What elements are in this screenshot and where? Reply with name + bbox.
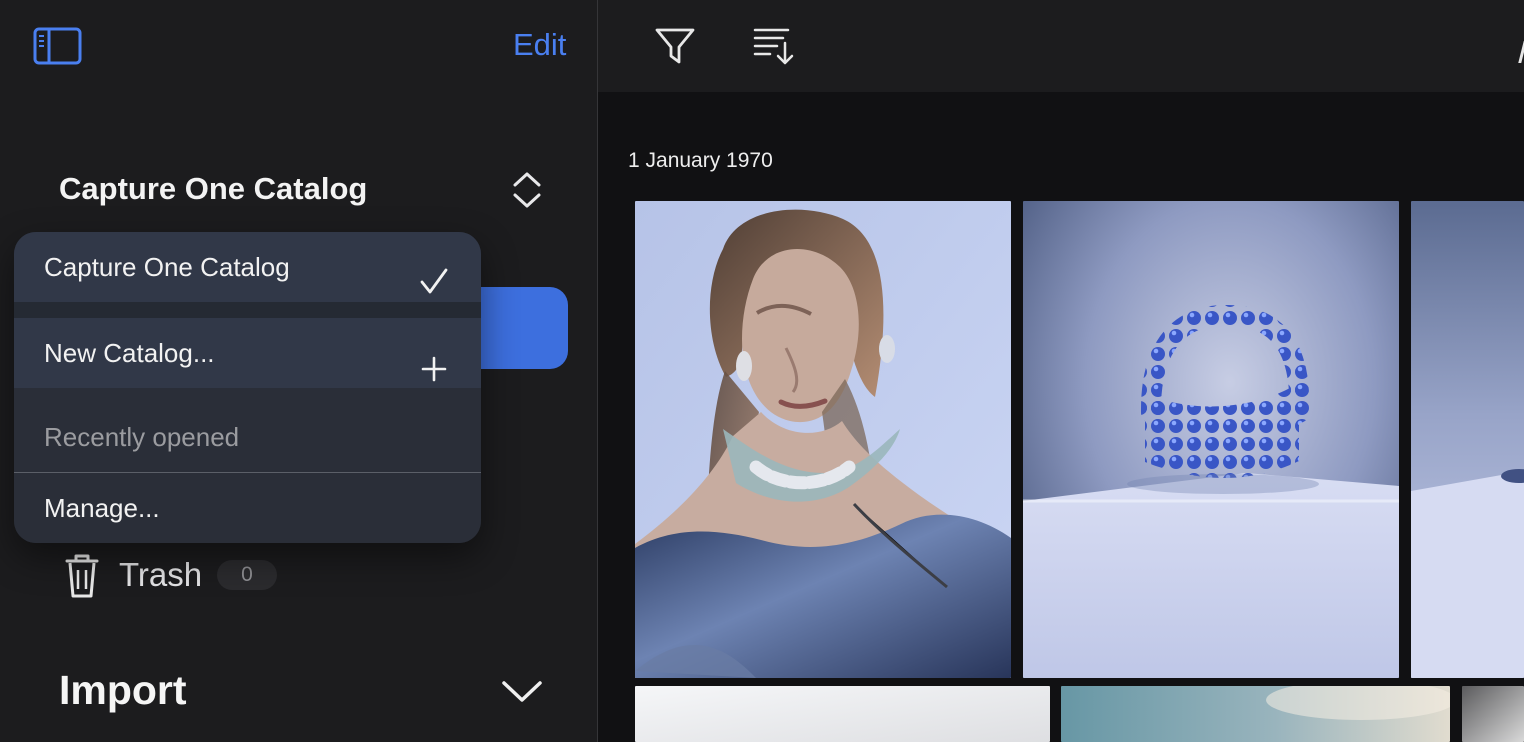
recently-opened-header: Recently opened	[14, 403, 481, 472]
thumbnail-portrait-with-necklace[interactable]	[635, 201, 1011, 678]
photo-browser-app: Edit Capture One Catalog Trash 0 Import …	[0, 0, 1524, 742]
catalog-menu-item-manage[interactable]: Manage...	[14, 473, 481, 543]
sidebar-toggle-icon[interactable]	[33, 27, 82, 65]
import-section-title[interactable]: Import	[59, 663, 187, 717]
catalog-chooser-icon[interactable]	[510, 170, 545, 210]
thumbnail-dark-gradient[interactable]	[1462, 686, 1524, 742]
catalog-menu-item-current[interactable]: Capture One Catalog	[14, 232, 481, 302]
photo-browser: 1 January 1970	[598, 0, 1524, 742]
trash-count-badge: 0	[217, 560, 277, 590]
catalog-title: Capture One Catalog	[59, 171, 368, 206]
thumbnail-blue-beaded-bag[interactable]	[1023, 201, 1399, 678]
catalog-menu-divider	[14, 302, 481, 318]
new-catalog-label: New Catalog...	[44, 338, 215, 368]
catalog-menu-item-new-catalog[interactable]: New Catalog...	[14, 318, 481, 388]
manage-label: Manage...	[44, 493, 160, 523]
trash-icon	[63, 553, 101, 599]
date-section-header: 1 January 1970	[628, 149, 773, 172]
thumbnail-partial-blue-product[interactable]	[1411, 201, 1524, 678]
thumbnail-light-gray[interactable]	[635, 686, 1050, 742]
edit-button[interactable]: Edit	[513, 25, 573, 65]
catalog-menu-current-label: Capture One Catalog	[44, 252, 290, 282]
chevron-down-icon[interactable]	[500, 673, 544, 707]
recently-opened-label: Recently opened	[44, 422, 240, 452]
trash-label: Trash	[119, 556, 203, 593]
plus-icon	[419, 340, 449, 382]
browser-toolbar	[598, 0, 1524, 92]
checkmark-icon	[419, 253, 449, 294]
toolbar-edge-icon[interactable]	[1518, 41, 1524, 63]
sort-icon[interactable]	[752, 25, 794, 67]
thumbnail-sky[interactable]	[1061, 686, 1450, 742]
catalog-menu: Capture One Catalog New Catalog... Recen…	[14, 232, 481, 543]
sidebar-item-trash[interactable]: Trash 0	[61, 551, 301, 601]
filter-icon[interactable]	[654, 25, 696, 67]
sidebar: Edit Capture One Catalog Trash 0 Import …	[0, 0, 597, 742]
